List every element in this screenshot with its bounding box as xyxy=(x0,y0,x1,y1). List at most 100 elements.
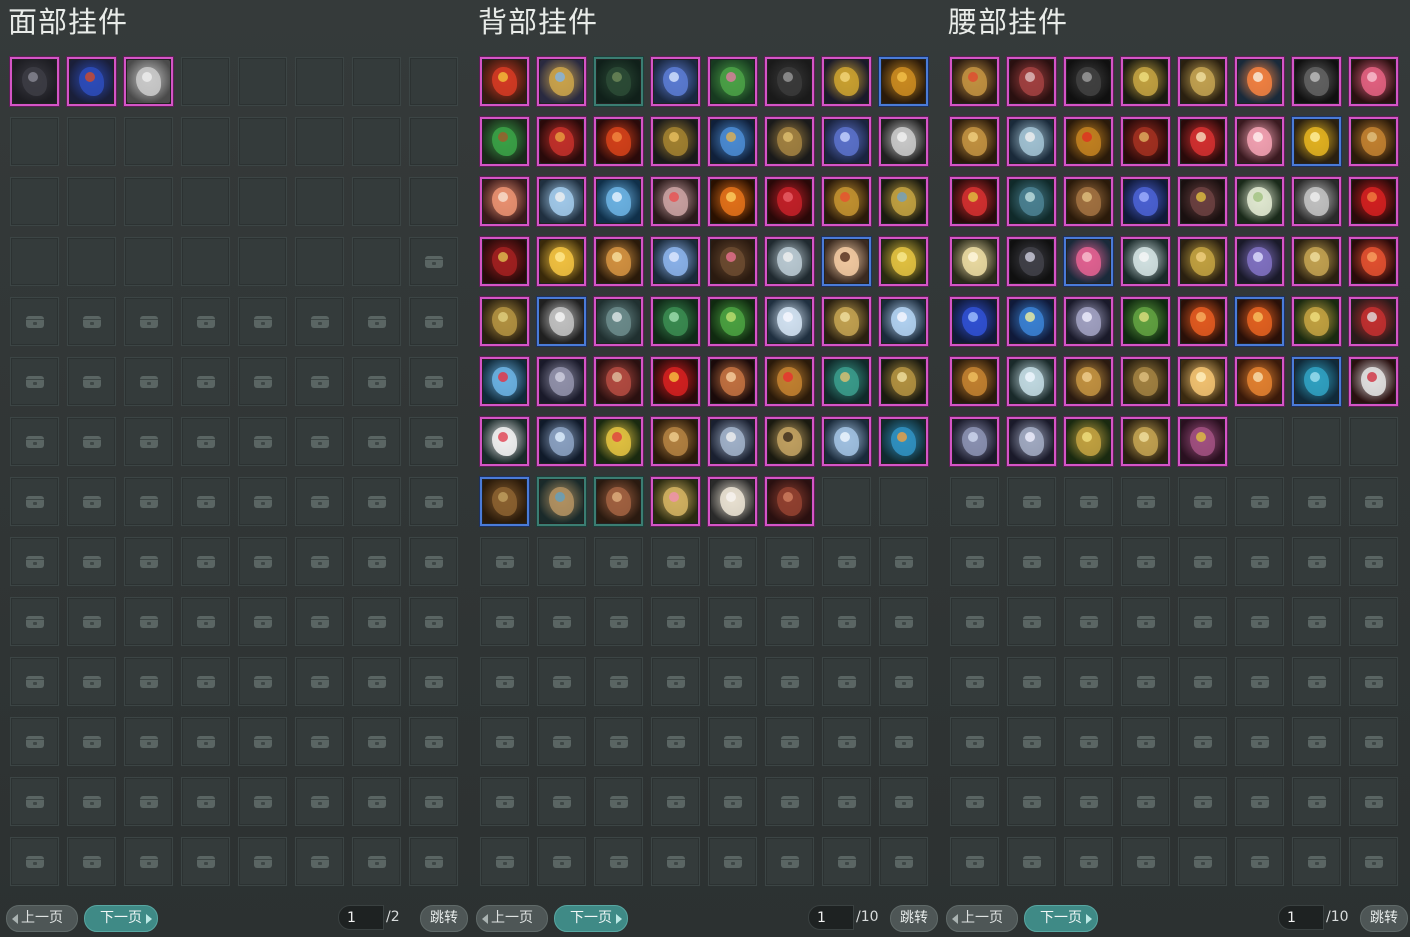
item-slot[interactable] xyxy=(950,357,999,406)
item-slot[interactable] xyxy=(1178,417,1227,466)
empty-slot[interactable] xyxy=(352,117,401,166)
locked-slot[interactable] xyxy=(10,537,59,586)
locked-slot[interactable] xyxy=(352,477,401,526)
locked-slot[interactable] xyxy=(295,717,344,766)
prev-page-button[interactable]: 上一页 xyxy=(6,905,78,932)
item-slot[interactable] xyxy=(1007,117,1056,166)
item-slot[interactable] xyxy=(480,417,529,466)
item-slot[interactable] xyxy=(1007,357,1056,406)
locked-slot[interactable] xyxy=(950,477,999,526)
item-slot[interactable] xyxy=(708,477,757,526)
item-slot[interactable] xyxy=(537,177,586,226)
locked-slot[interactable] xyxy=(238,717,287,766)
locked-slot[interactable] xyxy=(480,597,529,646)
locked-slot[interactable] xyxy=(10,417,59,466)
locked-slot[interactable] xyxy=(950,657,999,706)
item-slot[interactable] xyxy=(950,417,999,466)
item-slot[interactable] xyxy=(1292,297,1341,346)
item-slot[interactable] xyxy=(1007,177,1056,226)
locked-slot[interactable] xyxy=(1235,537,1284,586)
empty-slot[interactable] xyxy=(1292,417,1341,466)
locked-slot[interactable] xyxy=(352,597,401,646)
item-slot[interactable] xyxy=(1007,417,1056,466)
locked-slot[interactable] xyxy=(1178,717,1227,766)
item-slot[interactable] xyxy=(822,357,871,406)
item-slot[interactable] xyxy=(708,117,757,166)
locked-slot[interactable] xyxy=(352,657,401,706)
locked-slot[interactable] xyxy=(67,657,116,706)
item-slot[interactable] xyxy=(950,117,999,166)
page-number-input[interactable] xyxy=(808,905,854,930)
locked-slot[interactable] xyxy=(594,657,643,706)
item-slot[interactable] xyxy=(651,57,700,106)
locked-slot[interactable] xyxy=(181,837,230,886)
locked-slot[interactable] xyxy=(1235,837,1284,886)
item-slot[interactable] xyxy=(651,357,700,406)
locked-slot[interactable] xyxy=(1292,477,1341,526)
locked-slot[interactable] xyxy=(537,657,586,706)
locked-slot[interactable] xyxy=(1292,837,1341,886)
locked-slot[interactable] xyxy=(409,537,458,586)
item-slot[interactable] xyxy=(765,417,814,466)
locked-slot[interactable] xyxy=(950,537,999,586)
locked-slot[interactable] xyxy=(409,357,458,406)
item-slot[interactable] xyxy=(1064,297,1113,346)
item-slot[interactable] xyxy=(1235,117,1284,166)
empty-slot[interactable] xyxy=(352,57,401,106)
locked-slot[interactable] xyxy=(765,717,814,766)
locked-slot[interactable] xyxy=(1121,537,1170,586)
item-slot[interactable] xyxy=(1178,117,1227,166)
item-slot[interactable] xyxy=(124,57,173,106)
locked-slot[interactable] xyxy=(1007,477,1056,526)
locked-slot[interactable] xyxy=(352,837,401,886)
item-slot[interactable] xyxy=(480,357,529,406)
locked-slot[interactable] xyxy=(181,777,230,826)
item-slot[interactable] xyxy=(480,117,529,166)
item-slot[interactable] xyxy=(765,177,814,226)
locked-slot[interactable] xyxy=(708,657,757,706)
empty-slot[interactable] xyxy=(822,477,871,526)
locked-slot[interactable] xyxy=(238,837,287,886)
locked-slot[interactable] xyxy=(238,597,287,646)
locked-slot[interactable] xyxy=(295,477,344,526)
locked-slot[interactable] xyxy=(10,477,59,526)
item-slot[interactable] xyxy=(480,477,529,526)
empty-slot[interactable] xyxy=(124,117,173,166)
item-slot[interactable] xyxy=(1292,177,1341,226)
item-slot[interactable] xyxy=(950,57,999,106)
page-number-input[interactable] xyxy=(1278,905,1324,930)
empty-slot[interactable] xyxy=(1349,417,1398,466)
locked-slot[interactable] xyxy=(879,777,928,826)
locked-slot[interactable] xyxy=(352,297,401,346)
locked-slot[interactable] xyxy=(708,777,757,826)
locked-slot[interactable] xyxy=(124,537,173,586)
item-slot[interactable] xyxy=(1121,417,1170,466)
item-slot[interactable] xyxy=(765,237,814,286)
locked-slot[interactable] xyxy=(67,777,116,826)
empty-slot[interactable] xyxy=(10,237,59,286)
empty-slot[interactable] xyxy=(181,237,230,286)
item-slot[interactable] xyxy=(537,477,586,526)
locked-slot[interactable] xyxy=(1178,597,1227,646)
item-slot[interactable] xyxy=(594,117,643,166)
locked-slot[interactable] xyxy=(822,597,871,646)
locked-slot[interactable] xyxy=(537,537,586,586)
locked-slot[interactable] xyxy=(67,417,116,466)
locked-slot[interactable] xyxy=(1007,537,1056,586)
locked-slot[interactable] xyxy=(594,777,643,826)
locked-slot[interactable] xyxy=(537,777,586,826)
locked-slot[interactable] xyxy=(124,597,173,646)
locked-slot[interactable] xyxy=(651,837,700,886)
locked-slot[interactable] xyxy=(1121,777,1170,826)
locked-slot[interactable] xyxy=(295,837,344,886)
item-slot[interactable] xyxy=(594,177,643,226)
item-slot[interactable] xyxy=(1235,297,1284,346)
item-slot[interactable] xyxy=(879,57,928,106)
empty-slot[interactable] xyxy=(67,177,116,226)
item-slot[interactable] xyxy=(1235,177,1284,226)
item-slot[interactable] xyxy=(1235,57,1284,106)
empty-slot[interactable] xyxy=(238,177,287,226)
item-slot[interactable] xyxy=(708,417,757,466)
locked-slot[interactable] xyxy=(708,717,757,766)
item-slot[interactable] xyxy=(1235,357,1284,406)
